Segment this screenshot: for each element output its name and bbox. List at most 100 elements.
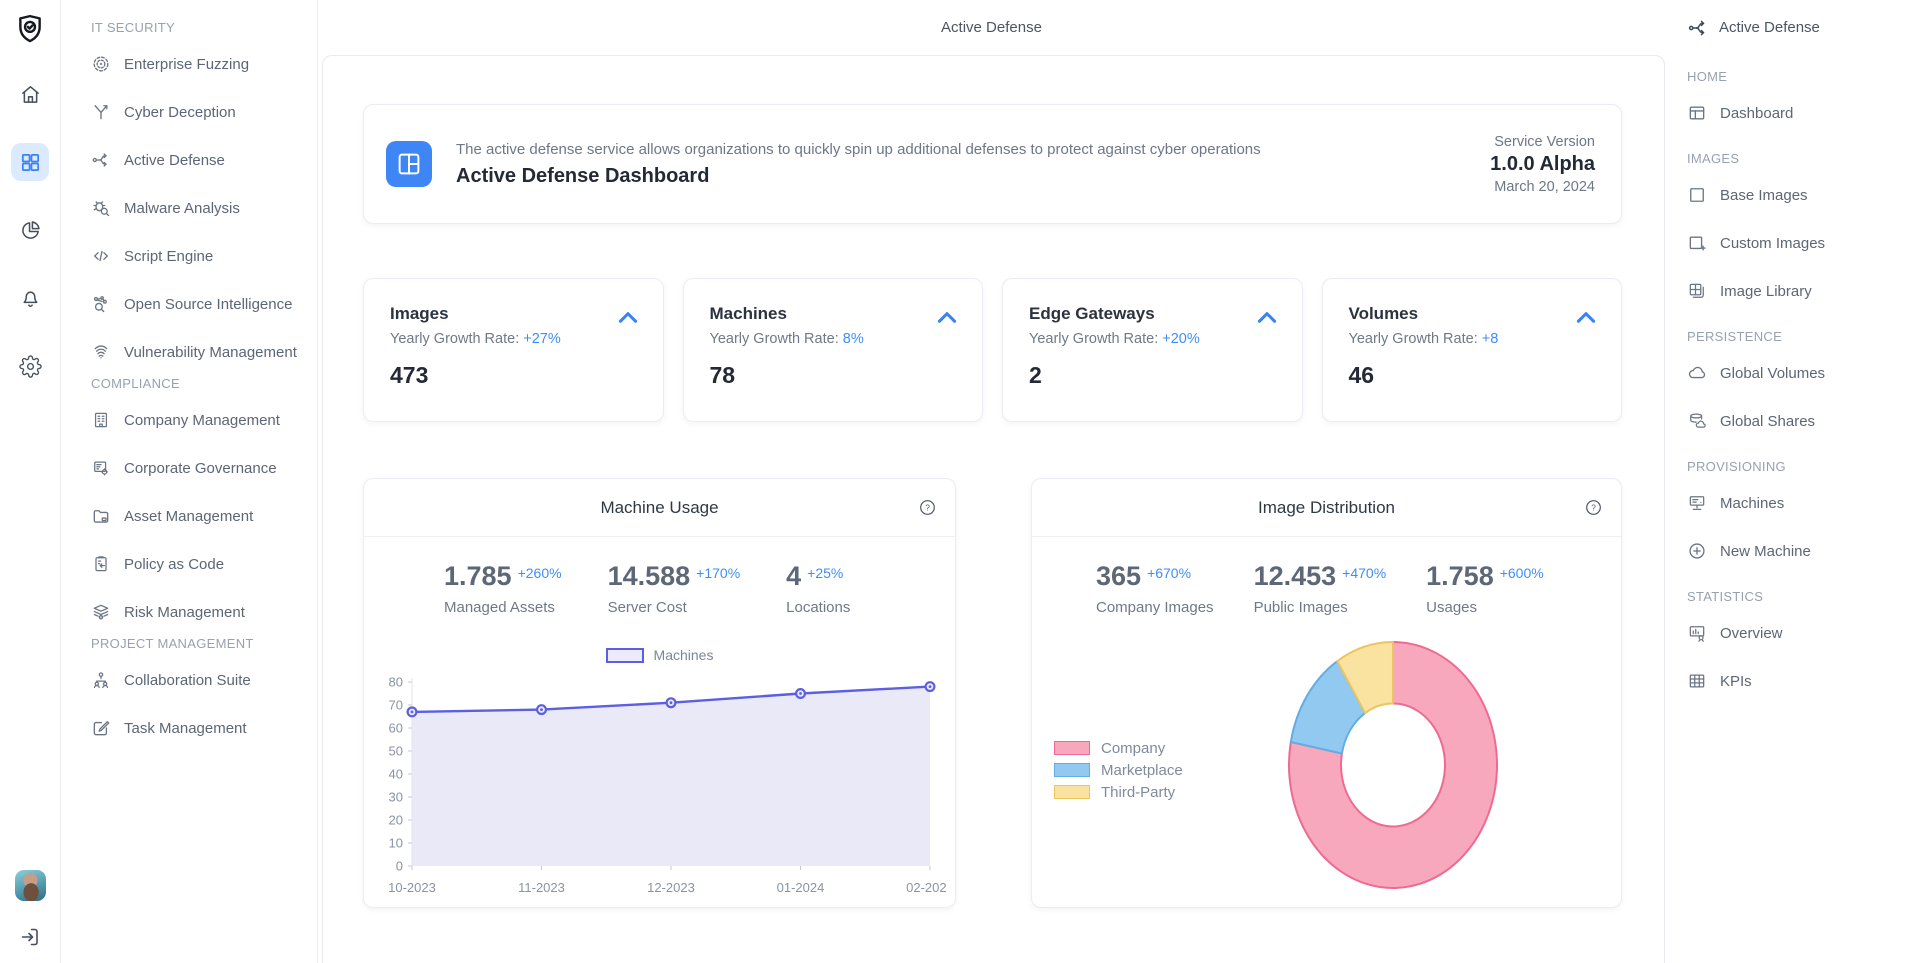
- chart-stat-label: Company Images: [1096, 599, 1214, 616]
- svg-text:70: 70: [389, 698, 403, 713]
- server-icon: [1687, 493, 1707, 513]
- section-statistics: STATISTICSOverviewKPIs: [1687, 589, 1920, 705]
- nav-item-kpis[interactable]: KPIs: [1687, 657, 1920, 705]
- chart-stat-delta: +600%: [1500, 565, 1544, 581]
- chart-stat-company-images: 365+670%Company Images: [1096, 563, 1214, 616]
- nav-item-cyber-deception[interactable]: Cyber Deception: [91, 88, 309, 136]
- apps-grid-icon[interactable]: [11, 143, 49, 181]
- nav-item-base-images[interactable]: Base Images: [1687, 171, 1920, 219]
- nav-item-label: Enterprise Fuzzing: [124, 56, 249, 73]
- stat-card-volumes: VolumesYearly Growth Rate: +846: [1322, 278, 1623, 422]
- square-plus-icon: [1687, 233, 1707, 253]
- app-window: IT SECURITYEnterprise FuzzingCyber Decep…: [0, 0, 1920, 963]
- nav-item-label: Task Management: [124, 720, 247, 737]
- nav-item-machines[interactable]: Machines: [1687, 479, 1920, 527]
- nav-item-label: Custom Images: [1720, 235, 1825, 252]
- section-label: PROVISIONING: [1687, 459, 1920, 479]
- nav-item-label: Base Images: [1720, 187, 1808, 204]
- nav-item-company-management[interactable]: Company Management: [91, 396, 309, 444]
- help-icon[interactable]: ?: [918, 498, 937, 517]
- nav-item-label: Image Library: [1720, 283, 1812, 300]
- machine-usage-stats: 1.785+260%Managed Assets14.588+170%Serve…: [364, 537, 955, 637]
- svg-text:12-2023: 12-2023: [647, 880, 695, 895]
- pie-chart-icon[interactable]: [11, 211, 49, 249]
- nav-item-policy-as-code[interactable]: Policy as Code: [91, 540, 309, 588]
- svg-text:20: 20: [389, 813, 403, 828]
- gear-icon[interactable]: [11, 347, 49, 385]
- chevron-up-icon[interactable]: [1254, 305, 1280, 331]
- stat-card-value: 473: [390, 362, 639, 389]
- nav-item-dashboard[interactable]: Dashboard: [1687, 89, 1920, 137]
- target-icon: [91, 54, 111, 74]
- section-label: PERSISTENCE: [1687, 329, 1920, 349]
- flow-icon: [91, 150, 111, 170]
- nav-item-task-management[interactable]: Task Management: [91, 704, 309, 752]
- nav-item-active-defense[interactable]: Active Defense: [91, 136, 309, 184]
- nav-item-global-shares[interactable]: Global Shares: [1687, 397, 1920, 445]
- nav-item-script-engine[interactable]: Script Engine: [91, 232, 309, 280]
- nav-item-label: Overview: [1720, 625, 1783, 642]
- nav-item-open-source-intelligence[interactable]: Open Source Intelligence: [91, 280, 309, 328]
- network-search-icon: [91, 294, 111, 314]
- chart-stat-value: 1.758: [1426, 563, 1494, 590]
- nav-item-image-library[interactable]: Image Library: [1687, 267, 1920, 315]
- line-chart-legend[interactable]: Machines: [364, 646, 955, 664]
- legend-item-third-party[interactable]: Third-Party: [1054, 781, 1183, 803]
- nav-item-overview[interactable]: Overview: [1687, 609, 1920, 657]
- chevron-up-icon[interactable]: [615, 305, 641, 331]
- nav-item-global-volumes[interactable]: Global Volumes: [1687, 349, 1920, 397]
- image-distribution-header: Image Distribution ?: [1032, 479, 1621, 537]
- nav-item-vulnerability-management[interactable]: Vulnerability Management: [91, 328, 309, 376]
- logout-icon[interactable]: [18, 925, 42, 949]
- nav-item-custom-images[interactable]: Custom Images: [1687, 219, 1920, 267]
- chart-stat-server-cost: 14.588+170%Server Cost: [608, 563, 741, 616]
- home-icon[interactable]: [11, 75, 49, 113]
- main-panel: The active defense service allows organi…: [322, 55, 1665, 963]
- stat-cards-row: ImagesYearly Growth Rate: +27%473Machine…: [363, 278, 1622, 422]
- section-compliance: COMPLIANCECompany Management Corporate Go…: [91, 376, 309, 636]
- nav-item-new-machine[interactable]: New Machine: [1687, 527, 1920, 575]
- stat-card-title: Edge Gateways: [1029, 304, 1278, 324]
- nav-item-risk-management[interactable]: Risk Management: [91, 588, 309, 636]
- user-avatar[interactable]: [15, 870, 46, 901]
- nav-item-collaboration-suite[interactable]: Collaboration Suite: [91, 656, 309, 704]
- cloud-icon: [1687, 363, 1707, 383]
- layers-icon: [91, 602, 111, 622]
- legend-swatch: [1054, 785, 1090, 799]
- stat-card-title: Machines: [710, 304, 959, 324]
- chevron-up-icon[interactable]: [1573, 305, 1599, 331]
- legend-item-marketplace[interactable]: Marketplace: [1054, 759, 1183, 781]
- stat-card-value: 2: [1029, 362, 1278, 389]
- machine-usage-header: Machine Usage ?: [364, 479, 955, 537]
- stat-card-value: 78: [710, 362, 959, 389]
- branch-icon: [91, 102, 111, 122]
- chart-stat-label: Locations: [786, 599, 850, 616]
- nav-item-label: Corporate Governance: [124, 460, 277, 477]
- machine-usage-title: Machine Usage: [600, 498, 718, 518]
- machines-legend-label: Machines: [654, 647, 714, 663]
- section-provisioning: PROVISIONINGMachinesNew Machine: [1687, 459, 1920, 575]
- help-icon[interactable]: ?: [1584, 498, 1603, 517]
- rail-buttons: [11, 75, 49, 415]
- chevron-up-icon[interactable]: [934, 305, 960, 331]
- svg-text:80: 80: [389, 675, 403, 690]
- bell-icon[interactable]: [11, 279, 49, 317]
- stat-card-growth: Yearly Growth Rate: +20%: [1029, 331, 1278, 347]
- chart-stat-delta: +470%: [1342, 565, 1386, 581]
- page-title: Active Defense: [941, 19, 1042, 36]
- machine-usage-card: Machine Usage ? 1.785+260%Managed Assets…: [363, 478, 956, 908]
- chart-stat-label: Usages: [1426, 599, 1544, 616]
- nav-item-label: Collaboration Suite: [124, 672, 251, 689]
- context-header-label: Active Defense: [1719, 19, 1820, 36]
- nav-item-asset-management[interactable]: Asset Management: [91, 492, 309, 540]
- icon-rail: [0, 0, 61, 963]
- chart-stat-value: 1.785: [444, 563, 512, 590]
- chart-stat-delta: +170%: [696, 565, 740, 581]
- nav-item-malware-analysis[interactable]: Malware Analysis: [91, 184, 309, 232]
- nav-item-enterprise-fuzzing[interactable]: Enterprise Fuzzing: [91, 40, 309, 88]
- nav-item-label: Cyber Deception: [124, 104, 236, 121]
- nav-item-corporate-governance[interactable]: Corporate Governance: [91, 444, 309, 492]
- donut-legend[interactable]: CompanyMarketplaceThird-Party: [1054, 737, 1183, 803]
- section-label: COMPLIANCE: [91, 376, 309, 396]
- legend-item-company[interactable]: Company: [1054, 737, 1183, 759]
